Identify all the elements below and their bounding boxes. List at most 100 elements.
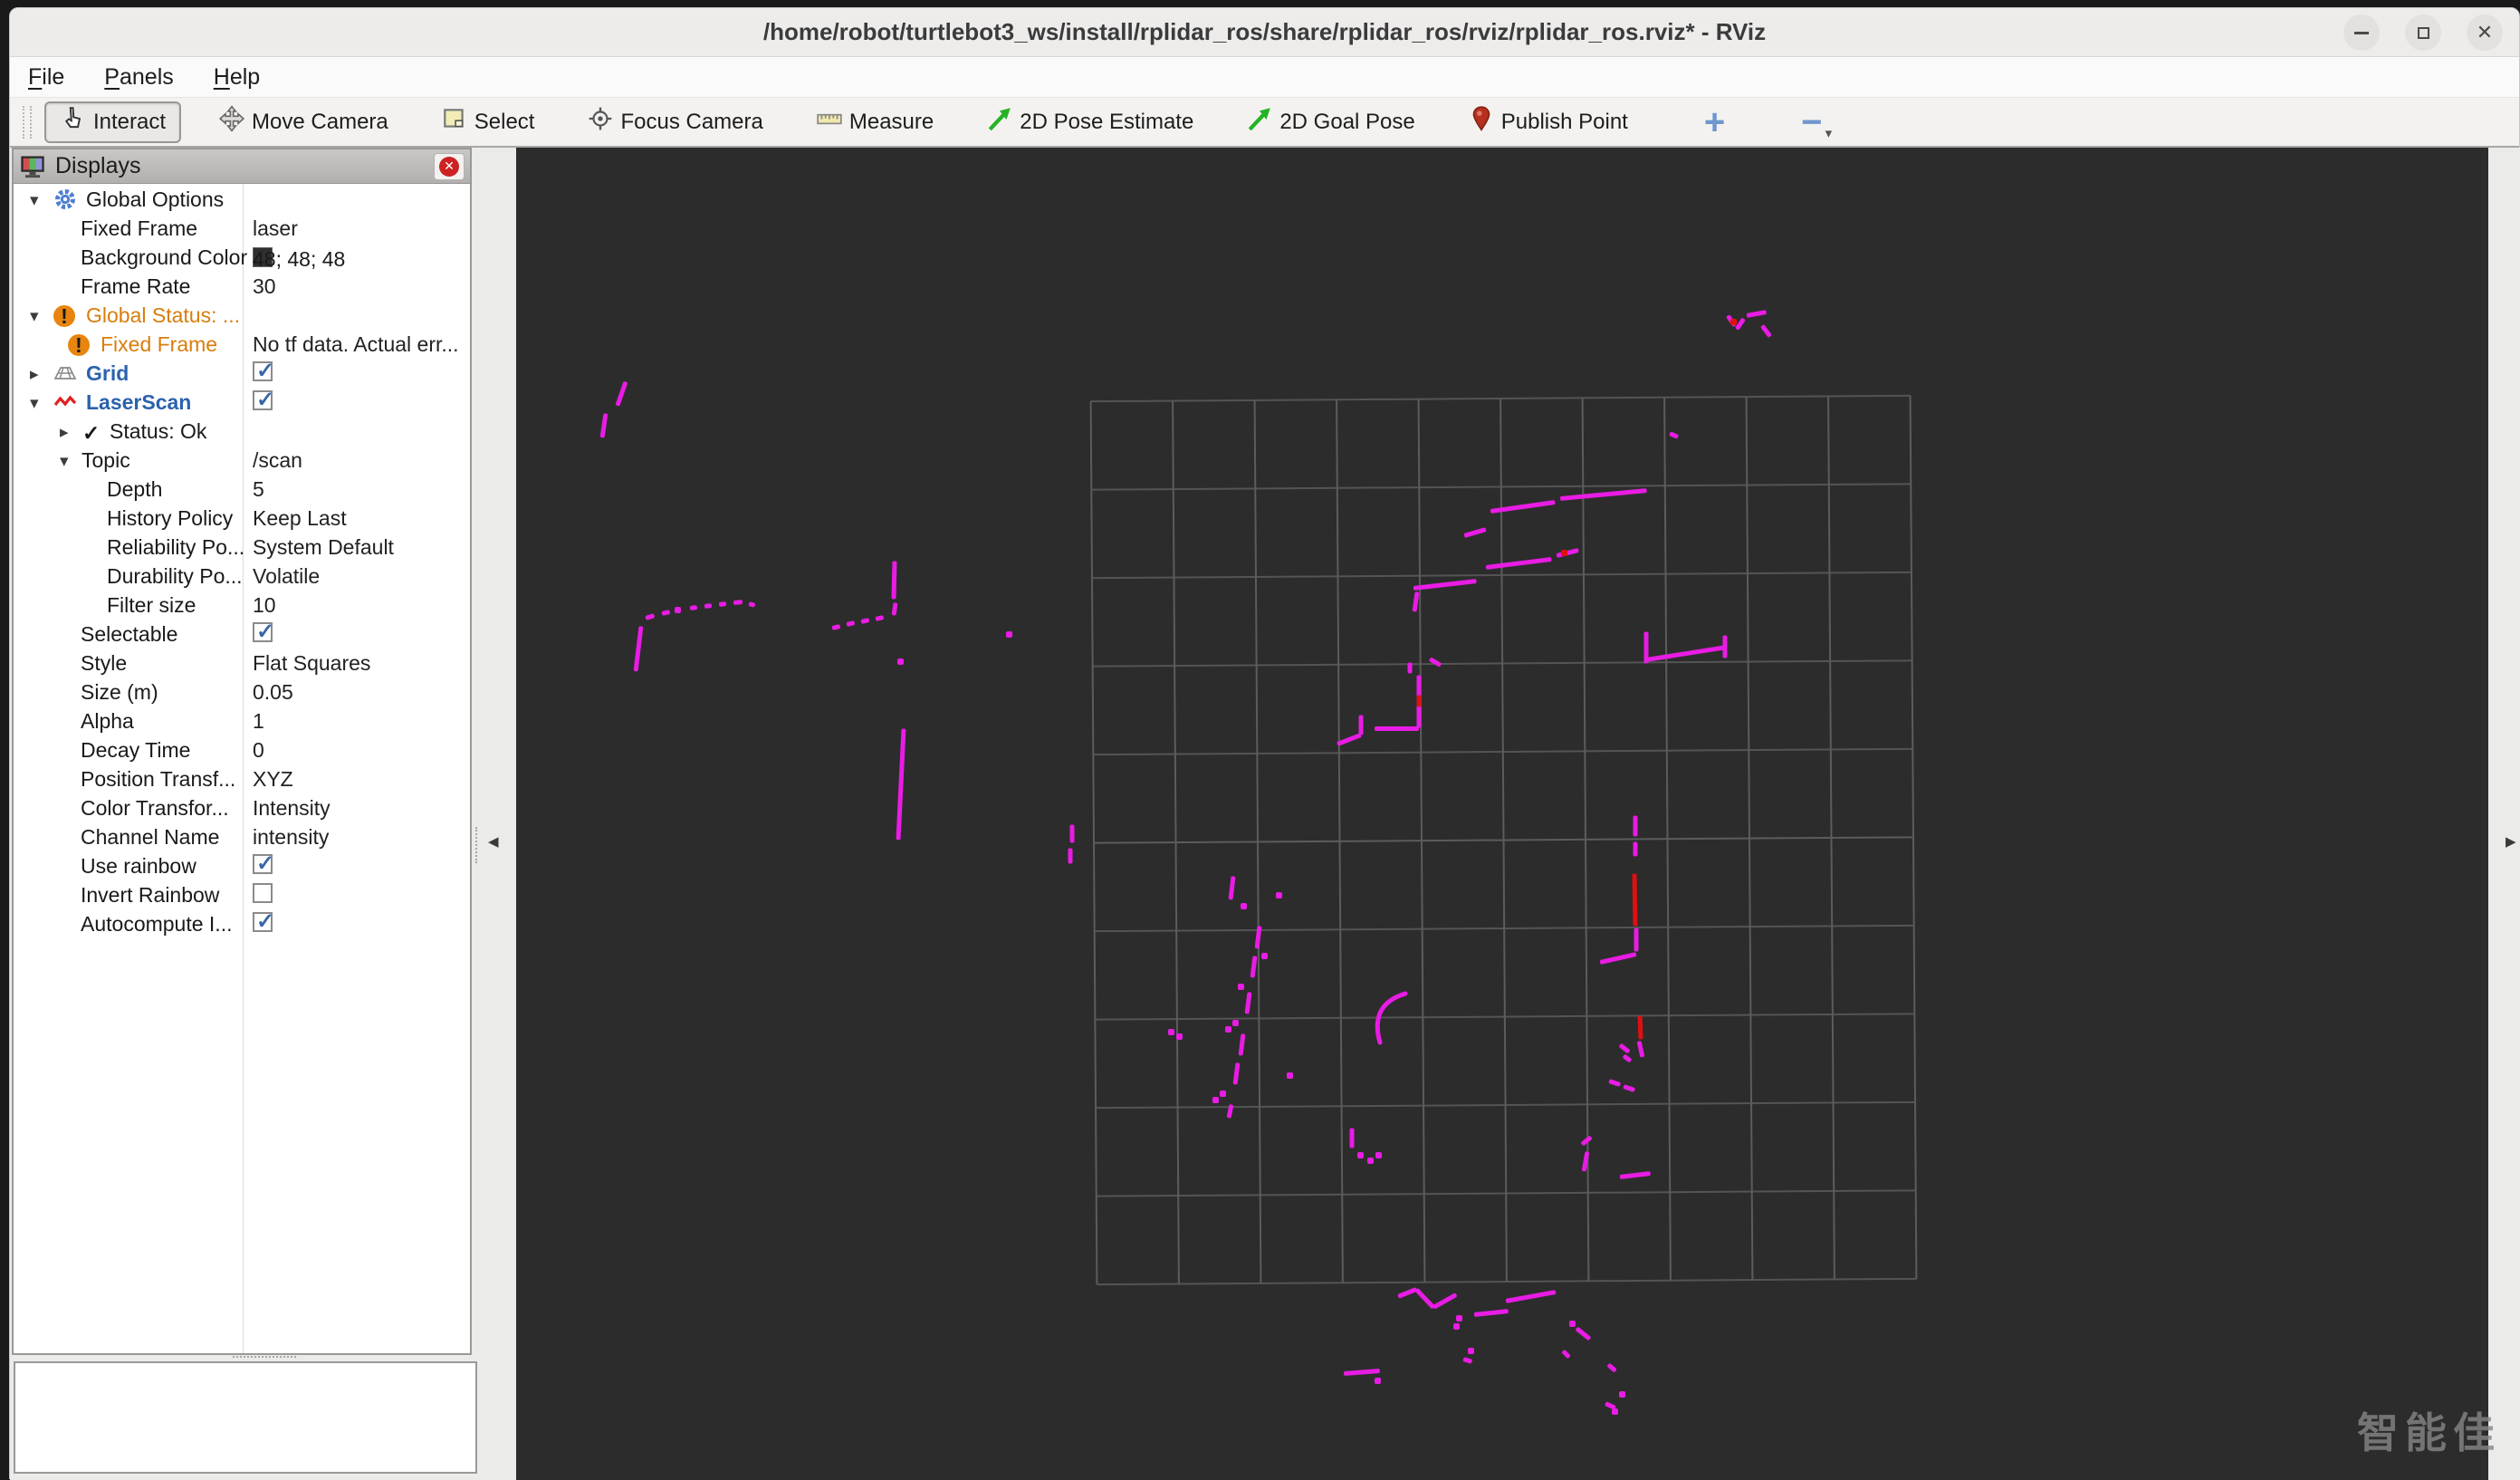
- restore-button[interactable]: [2405, 14, 2441, 51]
- tree-row-background-color[interactable]: Background Color 48; 48; 48: [14, 244, 470, 273]
- horizontal-splitter-handle[interactable]: [233, 1356, 296, 1360]
- tree-row-decay-time[interactable]: Decay Time 0: [14, 736, 470, 765]
- collapse-expander-icon[interactable]: ▾: [60, 451, 69, 472]
- property-value[interactable]: Flat Squares: [253, 651, 370, 676]
- left-panel-collapse-arrow[interactable]: ◀: [488, 833, 499, 850]
- tool-button-pose-estimate[interactable]: 2D Pose Estimate: [971, 101, 1209, 143]
- minimize-button[interactable]: [2343, 14, 2380, 51]
- minimize-icon: [2354, 31, 2369, 34]
- toolbar-drag-handle[interactable]: [23, 105, 32, 139]
- pose-estimate-icon: [986, 105, 1013, 139]
- tool-button-remove-tool[interactable]: − ▾: [1786, 101, 1847, 143]
- tool-button-interact[interactable]: Interact: [44, 101, 182, 143]
- tree-row-status-ok[interactable]: ▸ ✓ Status: Ok: [14, 418, 470, 447]
- laser-point: [1561, 550, 1567, 556]
- tool-button-focus-camera[interactable]: Focus Camera: [571, 101, 778, 143]
- property-label: Style: [81, 651, 128, 675]
- tree-row-topic[interactable]: ▾ Topic/scan: [14, 447, 470, 476]
- tree-row-reliability-po[interactable]: Reliability Po... System Default: [14, 533, 470, 562]
- enabled-checkbox[interactable]: ✓: [253, 359, 274, 383]
- laser-point: [1068, 848, 1073, 863]
- tree-row-global-status[interactable]: ▾! Global Status: ...: [14, 302, 470, 331]
- expand-expander-icon[interactable]: ▸: [30, 364, 39, 385]
- tool-button-move-camera[interactable]: Move Camera: [203, 101, 404, 143]
- collapse-expander-icon[interactable]: ▾: [30, 306, 39, 327]
- property-value[interactable]: /scan: [253, 448, 302, 473]
- grid-icon: [53, 361, 77, 390]
- tree-row-history-policy[interactable]: History Policy Keep Last: [14, 505, 470, 533]
- close-button[interactable]: ✕: [2467, 14, 2503, 51]
- property-value[interactable]: No tf data. Actual err...: [253, 332, 459, 357]
- property-value[interactable]: System Default: [253, 535, 394, 560]
- vertical-splitter-handle[interactable]: [475, 827, 479, 863]
- tool-button-measure[interactable]: Measure: [800, 101, 949, 143]
- tool-button-goal-pose[interactable]: 2D Goal Pose: [1231, 101, 1430, 143]
- property-label: Invert Rainbow: [81, 883, 220, 907]
- enabled-checkbox[interactable]: [253, 883, 273, 903]
- tree-row-style[interactable]: Style Flat Squares: [14, 649, 470, 678]
- tree-row-size-m[interactable]: Size (m) 0.05: [14, 678, 470, 707]
- tool-button-select[interactable]: Select: [426, 101, 551, 143]
- tree-row-selectable[interactable]: Selectable ✓: [14, 620, 470, 649]
- collapse-expander-icon[interactable]: ▾: [30, 190, 39, 211]
- viewport-3d[interactable]: 智能佳: [516, 148, 2495, 1480]
- tree-row-grid[interactable]: ▸ Grid ✓: [14, 359, 470, 390]
- property-label: Fixed Frame: [81, 216, 198, 240]
- property-value[interactable]: laser: [253, 216, 298, 241]
- property-value[interactable]: 1: [253, 709, 264, 734]
- property-label: Position Transf...: [81, 767, 236, 791]
- enabled-checkbox[interactable]: ✓: [253, 909, 274, 934]
- laser-point: [1722, 635, 1728, 658]
- tree-row-fixed-frame[interactable]: ! Fixed Frame No tf data. Actual err...: [14, 331, 470, 360]
- enabled-checkbox[interactable]: ✓: [253, 620, 274, 644]
- chevron-down-icon: ▾: [1825, 125, 1833, 141]
- tree-row-durability-po[interactable]: Durability Po... Volatile: [14, 562, 470, 591]
- tool-button-publish-point[interactable]: Publish Point: [1452, 101, 1643, 143]
- property-value[interactable]: 30: [253, 274, 276, 299]
- window-controls: ✕: [2343, 14, 2503, 51]
- tree-row-autocompute-i[interactable]: Autocompute I... ✓: [14, 909, 470, 939]
- tree-row-invert-rainbow[interactable]: Invert Rainbow: [14, 881, 470, 910]
- property-value[interactable]: Intensity: [253, 796, 331, 821]
- title-bar[interactable]: /home/robot/turtlebot3_ws/install/rplida…: [10, 8, 2519, 57]
- enabled-checkbox[interactable]: ✓: [253, 388, 274, 412]
- menu-item-help[interactable]: Help: [214, 64, 260, 91]
- laser-point: [1637, 1014, 1643, 1040]
- laser-point: [748, 601, 756, 608]
- menu-item-panels[interactable]: Panels: [104, 64, 173, 91]
- menu-item-file[interactable]: File: [28, 64, 64, 91]
- laser-point: [1349, 1128, 1355, 1148]
- tree-row-depth[interactable]: Depth 5: [14, 476, 470, 505]
- property-value[interactable]: 5: [253, 477, 264, 502]
- tree-row-position-transf[interactable]: Position Transf... XYZ: [14, 765, 470, 794]
- tree-row-alpha[interactable]: Alpha 1: [14, 707, 470, 736]
- tree-row-filter-size[interactable]: Filter size 10: [14, 591, 470, 620]
- main-content: Displays ✕ ▾ Global Options Fixed Frame las…: [10, 148, 2520, 1480]
- enabled-checkbox[interactable]: ✓: [253, 851, 274, 876]
- property-value[interactable]: XYZ: [253, 767, 293, 792]
- check-icon: ✓: [256, 909, 275, 934]
- tree-row-channel-name[interactable]: Channel Name intensity: [14, 823, 470, 852]
- property-value[interactable]: 10: [253, 593, 276, 618]
- property-value[interactable]: Keep Last: [253, 506, 347, 531]
- laser-point: [891, 560, 897, 600]
- panel-close-button[interactable]: ✕: [434, 152, 465, 180]
- tree-row-frame-rate[interactable]: Frame Rate 30: [14, 273, 470, 302]
- displays-panel-header[interactable]: Displays ✕: [14, 149, 470, 184]
- collapse-expander-icon[interactable]: ▾: [30, 393, 39, 414]
- tree-row-color-transfor[interactable]: Color Transfor... Intensity: [14, 794, 470, 823]
- laser-point: [1397, 1286, 1417, 1299]
- property-value[interactable]: 0: [253, 738, 264, 763]
- property-value[interactable]: Volatile: [253, 564, 320, 589]
- tool-label: 2D Goal Pose: [1279, 109, 1415, 134]
- property-value[interactable]: intensity: [253, 825, 329, 850]
- tool-label: Measure: [848, 109, 934, 134]
- tool-button-add-tool[interactable]: +: [1689, 101, 1740, 143]
- tree-row-laserscan[interactable]: ▾ LaserScan ✓: [14, 388, 470, 418]
- tree-row-global-options[interactable]: ▾ Global Options: [14, 186, 470, 215]
- tree-row-use-rainbow[interactable]: Use rainbow ✓: [14, 851, 470, 881]
- tree-row-fixed-frame[interactable]: Fixed Frame laser: [14, 215, 470, 244]
- expand-expander-icon[interactable]: ▸: [60, 422, 69, 443]
- property-value[interactable]: 0.05: [253, 680, 293, 705]
- right-panel-collapse-arrow[interactable]: ▶: [2506, 833, 2516, 850]
